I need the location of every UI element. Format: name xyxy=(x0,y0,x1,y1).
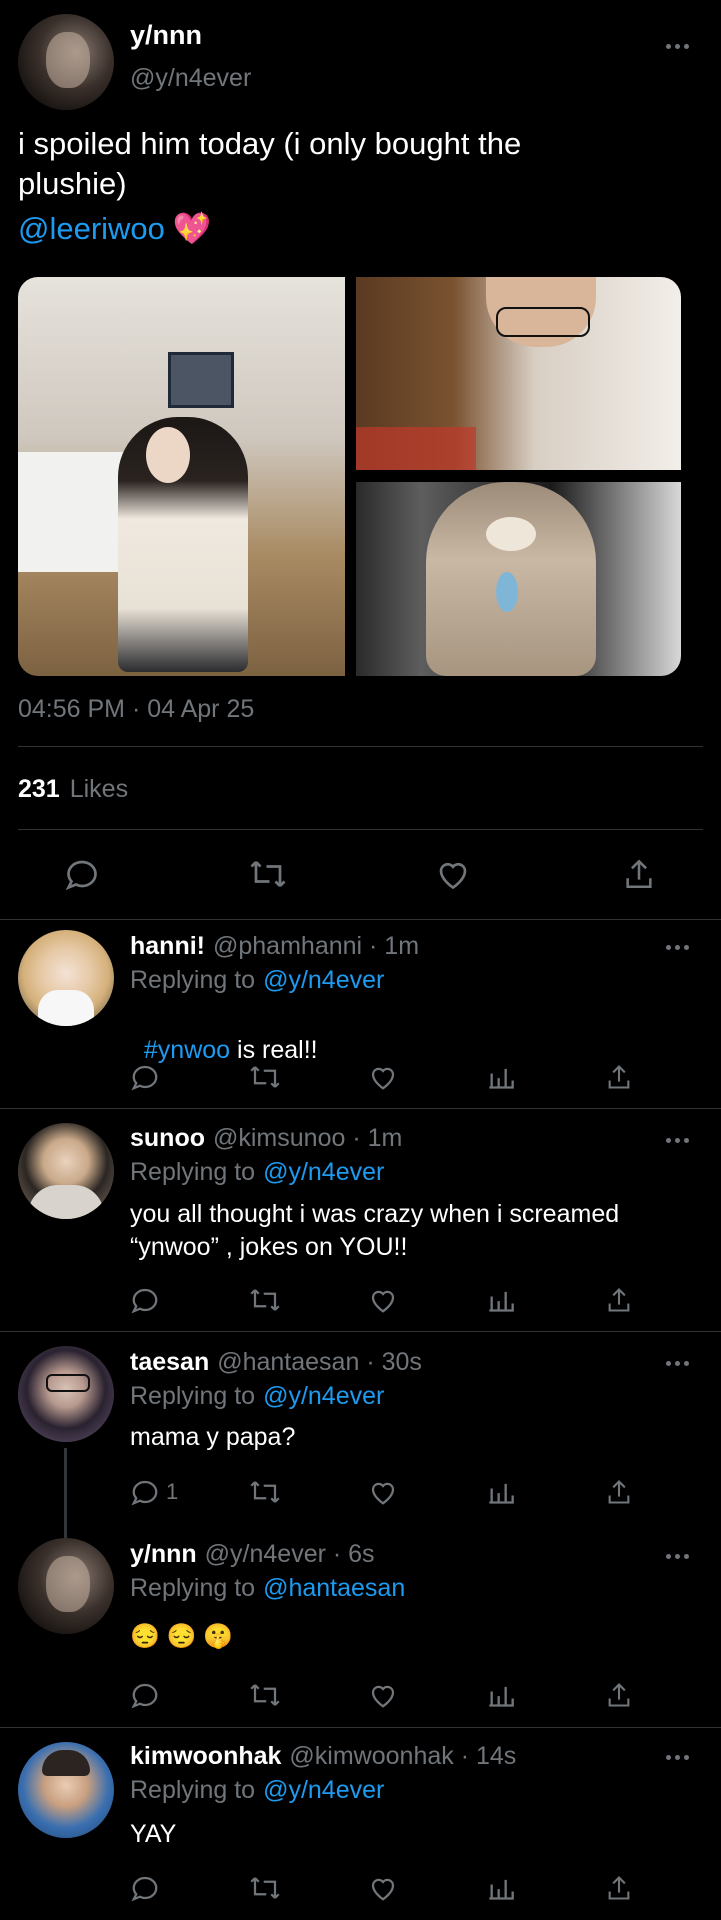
share-icon[interactable] xyxy=(622,856,656,892)
replying-to-link[interactable]: @y/n4ever xyxy=(263,1382,384,1411)
author-avatar[interactable] xyxy=(18,14,114,110)
like-icon[interactable] xyxy=(367,1062,399,1092)
replying-to-label: Replying to xyxy=(130,1574,256,1602)
reply-avatar-sunoo[interactable] xyxy=(18,1123,114,1219)
like-icon[interactable] xyxy=(367,1477,399,1507)
like-icon[interactable] xyxy=(367,1285,399,1315)
reply-text-line2: “ynwoo” , jokes on YOU!! xyxy=(130,1233,408,1261)
reply-text: YAY xyxy=(130,1820,177,1848)
reply-text: mama y papa? xyxy=(130,1423,296,1451)
reply-handle-time[interactable]: @kimwoonhak · 14s xyxy=(289,1742,516,1771)
reply-more-options-icon[interactable] xyxy=(666,1135,696,1145)
reply-text: is real!! xyxy=(230,1036,318,1064)
tweet-text-line2: plushie) xyxy=(18,166,127,201)
share-icon[interactable] xyxy=(605,1680,633,1710)
reply-more-options-icon[interactable] xyxy=(666,1358,696,1368)
replying-to-link[interactable]: @y/n4ever xyxy=(263,1158,384,1187)
views-icon[interactable] xyxy=(487,1873,515,1903)
replying-to-link[interactable]: @y/n4ever xyxy=(263,966,384,995)
mention-link[interactable]: @leeriwoo xyxy=(18,211,165,247)
replying-to-label: Replying to xyxy=(130,1776,256,1804)
like-icon[interactable] xyxy=(367,1873,399,1903)
reply-handle-time[interactable]: @phamhanni · 1m xyxy=(213,932,419,961)
retweet-icon[interactable] xyxy=(248,1477,282,1507)
replying-to-link[interactable]: @y/n4ever xyxy=(263,1776,384,1805)
reply-text-line1: you all thought i was crazy when i screa… xyxy=(130,1200,620,1228)
replying-to-label: Replying to xyxy=(130,1158,256,1186)
retweet-icon[interactable] xyxy=(248,1680,282,1710)
more-options-icon[interactable] xyxy=(666,41,696,51)
reply-icon[interactable] xyxy=(130,1062,160,1092)
reply-more-options-icon[interactable] xyxy=(666,942,696,952)
reply-avatar-taesan[interactable] xyxy=(18,1346,114,1442)
views-icon[interactable] xyxy=(487,1680,515,1710)
reply-count: 1 xyxy=(166,1479,179,1504)
retweet-icon[interactable] xyxy=(248,856,288,892)
tweet-text-line1: i spoiled him today (i only bought the xyxy=(18,126,522,161)
share-icon[interactable] xyxy=(605,1062,633,1092)
reply-avatar-ynnn[interactable] xyxy=(18,1538,114,1634)
retweet-icon[interactable] xyxy=(248,1285,282,1315)
views-icon[interactable] xyxy=(487,1285,515,1315)
reply-icon[interactable] xyxy=(130,1873,160,1903)
views-icon[interactable] xyxy=(487,1062,515,1092)
reply-display-name[interactable]: taesan xyxy=(130,1348,209,1377)
reply-handle-time[interactable]: @kimsunoo · 1m xyxy=(213,1124,402,1153)
reply-display-name[interactable]: hanni! xyxy=(130,932,205,961)
author-display-name[interactable]: y/nnn xyxy=(130,20,202,51)
reply-handle-time[interactable]: @hantaesan · 30s xyxy=(217,1348,422,1377)
otter-plushie-photo[interactable] xyxy=(356,482,681,676)
likes-count[interactable]: 231 xyxy=(18,775,60,804)
share-icon[interactable] xyxy=(605,1873,633,1903)
retweet-icon[interactable] xyxy=(248,1873,282,1903)
reply-display-name[interactable]: sunoo xyxy=(130,1124,205,1153)
share-icon[interactable] xyxy=(605,1477,633,1507)
share-icon[interactable] xyxy=(605,1285,633,1315)
cafe-girl-photo[interactable] xyxy=(18,277,345,676)
reply-icon[interactable] xyxy=(64,856,100,892)
reply-icon[interactable]: 1 xyxy=(130,1477,178,1507)
reply-avatar-hanni[interactable] xyxy=(18,930,114,1026)
reply-handle-time[interactable]: @y/n4ever · 6s xyxy=(205,1540,375,1569)
reply-emoji-text: 😔 😔 🤫 xyxy=(130,1623,233,1650)
reply-avatar-kimwoonhak[interactable] xyxy=(18,1742,114,1838)
likes-label[interactable]: Likes xyxy=(70,775,128,804)
reply-more-options-icon[interactable] xyxy=(666,1752,696,1762)
like-icon[interactable] xyxy=(434,856,472,892)
retweet-icon[interactable] xyxy=(248,1062,282,1092)
like-icon[interactable] xyxy=(367,1680,399,1710)
replying-to-label: Replying to xyxy=(130,1382,256,1410)
thread-connector-line xyxy=(64,1448,67,1538)
reply-more-options-icon[interactable] xyxy=(666,1551,696,1561)
reply-icon[interactable] xyxy=(130,1285,160,1315)
replying-to-link[interactable]: @hantaesan xyxy=(263,1574,405,1603)
author-handle[interactable]: @y/n4ever xyxy=(130,64,251,93)
reply-icon[interactable] xyxy=(130,1680,160,1710)
reply-display-name[interactable]: kimwoonhak xyxy=(130,1742,281,1771)
sparkling-heart-emoji: 💖 xyxy=(172,211,212,246)
tweet-timestamp: 04:56 PM · 04 Apr 25 xyxy=(18,695,255,723)
boy-with-glasses-photo[interactable] xyxy=(356,277,681,470)
hashtag-link[interactable]: #ynwoo xyxy=(144,1036,230,1064)
reply-display-name[interactable]: y/nnn xyxy=(130,1540,197,1569)
views-icon[interactable] xyxy=(487,1477,515,1507)
replying-to-label: Replying to xyxy=(130,966,256,994)
